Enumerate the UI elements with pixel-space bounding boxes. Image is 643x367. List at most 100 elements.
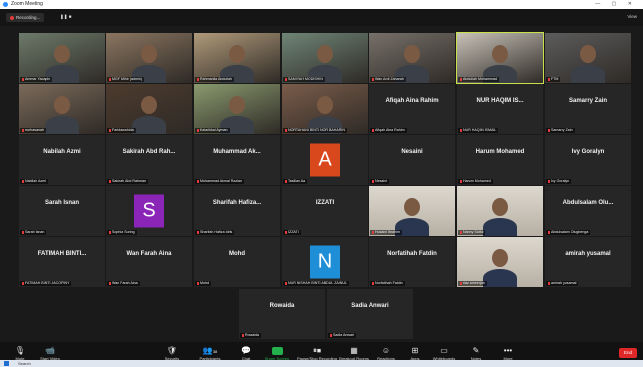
participant-video bbox=[106, 84, 192, 134]
muted-mic-icon bbox=[460, 128, 462, 132]
participant-tile[interactable]: Wan Farah Aina Wan Farah Aina bbox=[106, 237, 192, 287]
participant-name-label: Harum Mohamed bbox=[458, 179, 493, 184]
participant-name-label: Norfatihah Fatdin bbox=[370, 281, 405, 286]
os-taskbar: Search bbox=[0, 360, 643, 367]
participant-name-label: Muhammad Akmal Razlan bbox=[195, 179, 244, 184]
participant-display-name: Muhammad Ak... bbox=[213, 149, 261, 155]
participant-display-name: Sadia Anwari bbox=[351, 303, 389, 309]
participant-tile[interactable]: Faridawahida bbox=[106, 84, 192, 134]
participant-name-label: Sophia Suring bbox=[107, 230, 137, 235]
participant-video bbox=[194, 84, 280, 134]
muted-mic-icon bbox=[109, 77, 111, 81]
participant-tile[interactable]: Sadia Anwari Sadia Anwari bbox=[327, 289, 413, 339]
muted-mic-icon bbox=[22, 281, 24, 285]
muted-mic-icon bbox=[372, 179, 374, 183]
muted-mic-icon bbox=[22, 230, 24, 234]
participant-name-label: MGF Mihir (admin) bbox=[107, 77, 144, 82]
participant-name: Wan Farah Aina bbox=[112, 281, 138, 285]
participant-tile[interactable]: amirah yusamal amirah yusamal bbox=[545, 237, 631, 287]
participant-tile[interactable]: Abdulsalam Olu... Abdulsalam Olugbenga bbox=[545, 186, 631, 236]
participant-tile[interactable]: Nesaini Nesaini bbox=[369, 135, 455, 185]
participant-tile[interactable]: Rowaida Rowaida bbox=[239, 289, 325, 339]
muted-mic-icon bbox=[22, 77, 24, 81]
participant-name: Husaini Ibrahim bbox=[375, 230, 400, 234]
participant-name-label: Sadia Anwari bbox=[328, 333, 356, 338]
end-button[interactable]: End bbox=[619, 348, 637, 358]
participant-video bbox=[19, 33, 105, 83]
participant-tile[interactable]: Harum Mohamed Harum Mohamed bbox=[457, 135, 543, 185]
participant-tile[interactable]: Kalarikkal Ayman bbox=[194, 84, 280, 134]
participant-name-label: Ivy Goralyn bbox=[546, 179, 572, 184]
participant-tile[interactable]: S Sophia Suring bbox=[106, 186, 192, 236]
muted-mic-icon bbox=[460, 179, 462, 183]
muted-mic-icon bbox=[109, 179, 111, 183]
participant-video bbox=[369, 186, 455, 236]
participant-name: amirah yusamal bbox=[551, 281, 577, 285]
participant-tile[interactable]: N NUR NISHAH BINTI ABDUL ZAINUL bbox=[282, 237, 368, 287]
participant-video bbox=[545, 33, 631, 83]
participant-name: IZZATI bbox=[288, 230, 299, 234]
participant-tile[interactable]: A Taslilan Aa bbox=[282, 135, 368, 185]
participant-tile[interactable]: Samarry Zain Samarry Zain bbox=[545, 84, 631, 134]
participant-name-label: Abdulsalam Olugbenga bbox=[546, 230, 591, 235]
participant-tile[interactable]: Ivy Goralyn Ivy Goralyn bbox=[545, 135, 631, 185]
participant-tile[interactable]: Abdullah Mohammad bbox=[456, 32, 544, 84]
muted-mic-icon bbox=[285, 128, 287, 132]
participant-name: SAMIYAH MODISHIN bbox=[288, 77, 323, 81]
participant-avatar: A bbox=[310, 143, 340, 177]
participant-display-name: NUR HAQIM IS... bbox=[476, 98, 524, 104]
participant-tile[interactable]: Muhammad Ak... Muhammad Akmal Razlan bbox=[194, 135, 280, 185]
participant-name-label: Ammar Yacapin bbox=[20, 77, 53, 82]
muted-mic-icon bbox=[109, 281, 111, 285]
participant-tile[interactable]: riaz ameerjan bbox=[457, 237, 543, 287]
participant-name-label: Sakirah Abd Rahman bbox=[107, 179, 148, 184]
participants-icon: 👥38 bbox=[202, 346, 218, 355]
participant-tile[interactable]: Sharifah Hafiza... Sharifah Hafiza Idris bbox=[194, 186, 280, 236]
participant-name-label: IZZATI bbox=[283, 230, 301, 235]
muted-mic-icon bbox=[372, 128, 374, 132]
participant-tile[interactable]: Mohd Mohd bbox=[194, 237, 280, 287]
participant-tile[interactable]: NORTAHANI BINTI NOR BAHARIN bbox=[282, 84, 368, 134]
muted-mic-icon bbox=[548, 281, 550, 285]
participant-tile[interactable]: Rahmanila Abdullah bbox=[194, 33, 280, 83]
participant-tile[interactable]: Norfatihah Fatdin Norfatihah Fatdin bbox=[369, 237, 455, 287]
participant-tile[interactable]: Husaini Ibrahim bbox=[369, 186, 455, 236]
participant-tile[interactable]: Nabilah Azmi Nabilah Azmi bbox=[19, 135, 105, 185]
participant-name-label: riaz ameerjan bbox=[458, 281, 487, 286]
participant-tile[interactable]: SAMIYAH MODISHIN bbox=[282, 33, 368, 83]
participant-display-name: Rowaida bbox=[269, 303, 295, 309]
participant-name: FTM bbox=[551, 77, 559, 81]
participant-tile[interactable]: nurhasanah bbox=[19, 84, 105, 134]
muted-mic-icon bbox=[109, 128, 111, 132]
windows-start-icon[interactable] bbox=[4, 361, 9, 366]
participant-tile[interactable]: MGF Mihir (admin) bbox=[106, 33, 192, 83]
participant-name: Mohd bbox=[200, 281, 209, 285]
participant-tile[interactable]: Afiqah Aina Rahim Afiqah Aina Rahim bbox=[369, 84, 455, 134]
participant-display-name: Samarry Zain bbox=[568, 98, 608, 104]
participant-tile[interactable]: NUR HAQIM IS... NUR HAQIM ISMAIL bbox=[457, 84, 543, 134]
muted-mic-icon bbox=[197, 281, 199, 285]
whiteboard-icon: ▭ bbox=[440, 346, 448, 355]
taskbar-search[interactable]: Search bbox=[18, 361, 31, 366]
breakout-rooms-icon: ▦ bbox=[350, 346, 358, 355]
participant-name: Abdullah Mohammad bbox=[463, 77, 497, 81]
muted-mic-icon bbox=[285, 77, 287, 81]
participant-tile[interactable]: Wan Ardi Zaharah bbox=[369, 33, 455, 83]
participant-name-label: Nabilah Azmi bbox=[20, 179, 48, 184]
participant-tile[interactable]: Ammar Yacapin bbox=[19, 33, 105, 83]
participant-video bbox=[369, 33, 455, 83]
participant-tile[interactable]: Nanny Saiful bbox=[457, 186, 543, 236]
participant-name: Norfatihah Fatdin bbox=[375, 281, 403, 285]
participant-tile[interactable]: IZZATI IZZATI bbox=[282, 186, 368, 236]
participant-display-name: IZZATI bbox=[315, 200, 335, 206]
participant-tile[interactable]: Sarah Isnan Sarah Isnan bbox=[19, 186, 105, 236]
participant-tile[interactable]: FTM bbox=[545, 33, 631, 83]
participant-name-label: NORTAHANI BINTI NOR BAHARIN bbox=[283, 128, 347, 133]
participant-name: Samarry Zain bbox=[551, 128, 573, 132]
muted-mic-icon bbox=[372, 77, 374, 81]
participant-tile[interactable]: Sakirah Abd Rah... Sakirah Abd Rahman bbox=[106, 135, 192, 185]
participant-name: NUR HAQIM ISMAIL bbox=[463, 128, 497, 132]
participant-name-label: Sharifah Hafiza Idris bbox=[195, 230, 235, 235]
participant-name-label: Samarry Zain bbox=[546, 128, 575, 133]
participant-tile[interactable]: FATIMAH BINTI... FATIMAH BINTI JACOPINY bbox=[19, 237, 105, 287]
